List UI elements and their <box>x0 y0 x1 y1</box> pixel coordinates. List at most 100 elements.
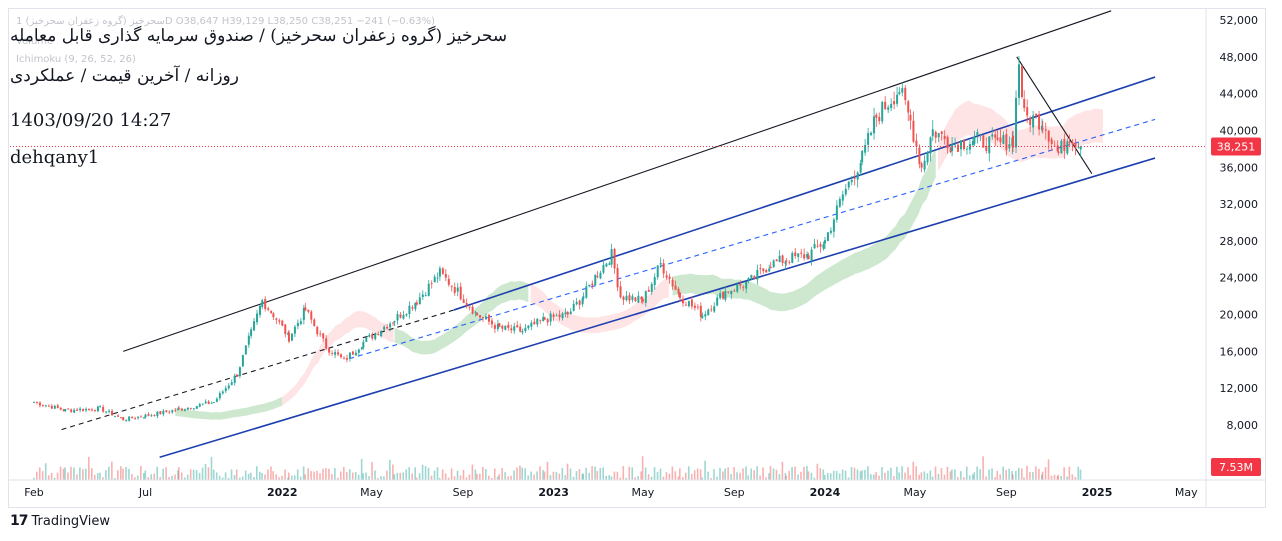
candle-body <box>430 283 433 284</box>
volume-bar <box>704 460 706 480</box>
candle-body <box>867 133 870 145</box>
volume-bar <box>293 475 296 480</box>
volume-bar <box>459 475 462 480</box>
volume-bar <box>542 470 544 480</box>
candle-body <box>690 299 693 307</box>
candle-body <box>342 357 345 359</box>
candle-body <box>558 314 561 318</box>
candle-body <box>722 291 725 299</box>
candle-body <box>991 134 994 137</box>
candle-body <box>459 286 462 300</box>
y-tick-label: 40,000 <box>1220 124 1259 137</box>
candle-body <box>482 316 485 318</box>
volume-bar <box>402 472 405 480</box>
candle-body <box>354 352 357 356</box>
volume-bar <box>362 473 364 480</box>
candle-body <box>147 414 150 416</box>
volume-bar <box>322 468 324 480</box>
candle-body <box>290 333 293 341</box>
tradingview-branding[interactable]: 17 TradingView <box>10 513 110 529</box>
candle-body <box>588 284 591 287</box>
candle-body <box>144 414 147 418</box>
candle-body <box>856 172 859 180</box>
volume-bar <box>641 456 644 480</box>
candle-body <box>405 314 408 316</box>
candle-body <box>1038 114 1041 130</box>
volume-bar <box>582 473 584 480</box>
volume-bar <box>453 476 456 480</box>
candle-body <box>912 120 915 142</box>
candle-body <box>1068 141 1071 143</box>
candle-body <box>1005 134 1008 151</box>
candle-body <box>644 291 647 303</box>
volume-bar <box>82 469 84 480</box>
volume-bar <box>810 472 813 480</box>
candle-body <box>957 144 960 152</box>
candle-body <box>750 274 753 280</box>
volume-bar <box>819 468 822 480</box>
candle-body <box>114 415 117 417</box>
volume-bar <box>829 473 832 480</box>
candle-body <box>278 320 281 322</box>
candle-body <box>873 116 876 134</box>
candle-body <box>76 409 79 411</box>
volume-bar <box>383 476 385 480</box>
volume-bar <box>1050 475 1053 480</box>
volume-bar <box>979 469 981 480</box>
volume-bar <box>1026 465 1028 480</box>
candle-body <box>591 283 594 286</box>
candle-body <box>822 244 825 249</box>
volume-bar <box>856 469 859 480</box>
candle-body <box>192 408 195 410</box>
candle-body <box>859 162 862 173</box>
candle-body <box>221 391 224 394</box>
candle-body <box>102 406 105 412</box>
candle-body <box>247 335 250 345</box>
volume-bar <box>722 471 724 480</box>
volume-bar <box>768 473 770 480</box>
volume-bar <box>325 468 327 480</box>
y-tick-label: 36,000 <box>1220 161 1259 174</box>
y-tick-label: 12,000 <box>1220 382 1259 395</box>
candle-body <box>594 274 597 286</box>
volume-bar <box>411 473 413 480</box>
candle-body <box>656 265 659 278</box>
candle-body <box>561 313 564 319</box>
volume-bar <box>405 469 408 480</box>
volume-bar <box>699 469 702 480</box>
candle-body <box>504 325 507 330</box>
volume-bar <box>781 461 784 480</box>
volume-bar <box>778 474 781 480</box>
volume-bar <box>640 471 642 480</box>
last-volume-label: 7.53M <box>1219 461 1253 474</box>
volume-bar <box>186 474 189 480</box>
volume-bar <box>690 473 693 480</box>
candle-body <box>1026 107 1029 116</box>
volume-bar <box>304 474 306 480</box>
volume-bar <box>671 466 674 480</box>
candle-body <box>1018 64 1021 98</box>
volume-bar <box>1029 471 1031 480</box>
volume-bar <box>424 466 427 480</box>
volume-bar <box>365 472 367 480</box>
candle-body <box>441 268 444 274</box>
candle-body <box>850 179 853 183</box>
volume-bar <box>578 469 581 480</box>
candle-body <box>701 315 704 318</box>
candle-body <box>679 292 682 298</box>
candle-body <box>180 408 183 411</box>
volume-bar <box>1077 466 1080 480</box>
volume-bar <box>177 467 180 480</box>
y-tick-label: 20,000 <box>1220 309 1259 322</box>
candle-body <box>465 303 468 306</box>
volume-bar <box>441 469 444 480</box>
volume-bar <box>393 474 396 480</box>
candle-body <box>835 205 838 220</box>
candle-body <box>1044 129 1047 131</box>
candle-body <box>693 305 696 308</box>
volume-bar <box>125 467 127 480</box>
chart-timestamp: 1403/09/20 14:27 <box>10 110 172 131</box>
volume-bar <box>546 461 549 480</box>
candles <box>33 55 1082 422</box>
candle-body <box>96 406 99 412</box>
